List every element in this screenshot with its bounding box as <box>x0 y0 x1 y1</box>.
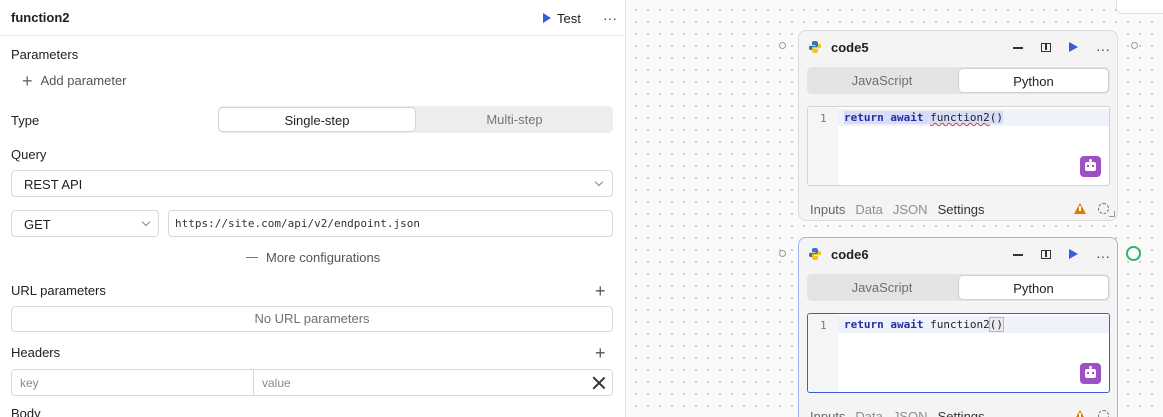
type-option-multi-step[interactable]: Multi-step <box>416 107 613 132</box>
side-panel-icon[interactable] <box>1041 250 1051 259</box>
panel-header: function2 Test ··· <box>0 0 625 36</box>
side-panel-icon[interactable] <box>1041 43 1051 52</box>
code-line: return await function2() <box>838 109 1109 126</box>
no-url-parameters-box: No URL parameters <box>11 306 613 332</box>
tab-json[interactable]: JSON <box>893 202 928 217</box>
code-line: return await function2() <box>838 316 1109 333</box>
test-button-label: Test <box>557 10 581 26</box>
type-label: Type <box>11 113 40 128</box>
loading-icon <box>1098 410 1109 417</box>
http-method-value: GET <box>24 217 51 232</box>
add-url-parameter-icon[interactable]: + <box>595 282 606 300</box>
header-key-input[interactable] <box>12 370 252 395</box>
resize-icon[interactable] <box>1109 211 1115 217</box>
play-icon <box>543 13 551 23</box>
type-option-single-step[interactable]: Single-step <box>218 107 416 132</box>
tab-settings[interactable]: Settings <box>938 409 985 417</box>
code-node-code6[interactable]: code6 ··· JavaScript Python 1 return awa… <box>798 237 1118 417</box>
run-icon[interactable] <box>1069 42 1078 52</box>
code-node-code5[interactable]: code5 ··· JavaScript Python 1 return awa… <box>798 30 1118 221</box>
language-toggle: JavaScript Python <box>807 67 1110 94</box>
add-parameter-label: Add parameter <box>40 73 127 88</box>
query-label: Query <box>11 147 47 162</box>
node-tabs: Inputs Data JSON Settings <box>810 202 985 217</box>
python-icon <box>809 248 821 260</box>
more-configurations-label: More configurations <box>266 250 381 265</box>
code-editor[interactable]: 1 return await function2() <box>807 106 1110 186</box>
query-type-select[interactable]: REST API <box>11 170 613 197</box>
url-input[interactable]: https://site.com/api/v2/endpoint.json <box>168 210 613 237</box>
loading-icon <box>1098 203 1109 214</box>
tab-settings[interactable]: Settings <box>938 202 985 217</box>
close-icon[interactable] <box>592 376 606 390</box>
python-icon <box>809 41 821 53</box>
node-tabs: Inputs Data JSON Settings <box>810 409 985 417</box>
more-dots-icon[interactable]: ··· <box>1096 249 1110 263</box>
ai-assistant-icon[interactable] <box>1080 363 1101 384</box>
chevron-down-icon <box>594 177 604 187</box>
minimize-icon[interactable] <box>1013 47 1023 49</box>
test-button[interactable]: Test <box>543 9 581 27</box>
plus-icon: + <box>22 70 33 91</box>
warning-icon[interactable] <box>1074 410 1086 417</box>
panel-title: function2 <box>11 10 70 25</box>
http-method-select[interactable]: GET <box>11 210 159 237</box>
node-input-handle[interactable] <box>779 42 786 49</box>
tab-json[interactable]: JSON <box>893 409 928 417</box>
more-dots-icon[interactable]: ··· <box>603 11 617 25</box>
node-output-handle-connected[interactable] <box>1126 246 1141 261</box>
node-title: code5 <box>831 40 869 55</box>
tab-inputs[interactable]: Inputs <box>810 202 845 217</box>
header-row <box>11 369 613 396</box>
language-toggle: JavaScript Python <box>807 274 1110 301</box>
tab-inputs[interactable]: Inputs <box>810 409 845 417</box>
tab-data[interactable]: Data <box>855 409 882 417</box>
ai-assistant-icon[interactable] <box>1080 156 1101 177</box>
lang-option-python[interactable]: Python <box>958 275 1109 300</box>
headers-label: Headers <box>11 345 61 360</box>
url-parameters-label: URL parameters <box>11 283 106 298</box>
canvas-corner-widget[interactable] <box>1116 0 1163 14</box>
parameters-label: Parameters <box>11 47 79 62</box>
node-input-handle[interactable] <box>779 250 786 257</box>
warning-icon[interactable] <box>1074 203 1086 214</box>
lang-option-javascript[interactable]: JavaScript <box>807 68 957 93</box>
node-title: code6 <box>831 247 869 262</box>
type-segmented-control: Single-step Multi-step <box>218 106 613 133</box>
line-number: 1 <box>820 112 827 125</box>
tab-data[interactable]: Data <box>855 202 882 217</box>
more-configurations-button[interactable]: More configurations <box>246 250 380 265</box>
minimize-icon[interactable] <box>1013 254 1023 256</box>
workflow-canvas[interactable]: code5 ··· JavaScript Python 1 return awa… <box>626 0 1163 417</box>
query-type-value: REST API <box>24 177 83 192</box>
body-label: Body <box>11 406 41 417</box>
lang-option-javascript[interactable]: JavaScript <box>807 275 957 300</box>
chevron-down-icon <box>141 217 151 227</box>
add-parameter-button[interactable]: + Add parameter <box>22 70 127 91</box>
add-header-icon[interactable]: + <box>595 344 606 362</box>
more-dots-icon[interactable]: ··· <box>1096 42 1110 56</box>
function-panel: function2 Test ··· Parameters + Add para… <box>0 0 626 417</box>
dash-icon <box>246 257 258 258</box>
code-editor[interactable]: 1 return await function2() <box>807 313 1110 393</box>
node-output-handle[interactable] <box>1131 42 1138 49</box>
header-value-input[interactable] <box>254 370 584 395</box>
line-number: 1 <box>820 319 827 332</box>
lang-option-python[interactable]: Python <box>958 68 1109 93</box>
run-icon[interactable] <box>1069 249 1078 259</box>
